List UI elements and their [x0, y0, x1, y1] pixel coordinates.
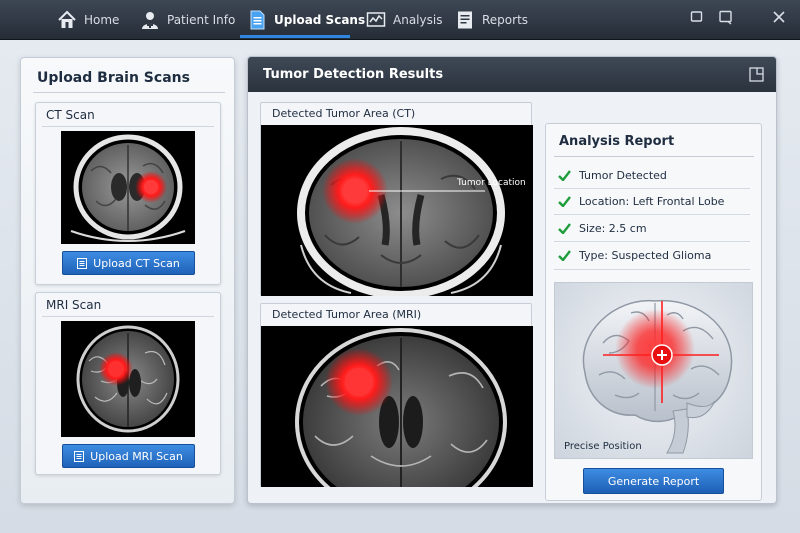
file-upload-icon: [74, 450, 85, 462]
brain-position-view[interactable]: Precise Position: [554, 282, 753, 459]
mri-scan-thumbnail[interactable]: [61, 321, 195, 437]
upload-ct-scan-button[interactable]: Upload CT Scan: [62, 251, 195, 275]
mri-result-card: Detected Tumor Area (MRI): [260, 303, 533, 487]
user-doctor-icon: [142, 12, 158, 29]
finding-text: Tumor Detected: [579, 168, 667, 182]
nav-home[interactable]: Home: [57, 0, 119, 40]
checkmark-icon: [558, 222, 571, 234]
mri-result-label: Detected Tumor Area (MRI): [272, 308, 422, 321]
ct-result-image[interactable]: Tumor Location: [261, 125, 533, 296]
upload-mri-scan-button[interactable]: Upload MRI Scan: [62, 444, 195, 468]
tumor-detection-results-panel: Tumor Detection Results Detected Tumor A…: [247, 56, 777, 504]
nav-upload-scans-label: Upload Scans: [274, 13, 366, 27]
nav-analysis[interactable]: Analysis: [366, 0, 442, 40]
tumor-location-annotation: Tumor Location: [456, 178, 526, 188]
minimize-icon[interactable]: [689, 9, 705, 25]
close-icon[interactable]: [771, 9, 787, 25]
ct-scan-card: CT Scan Upload CT Scan: [35, 102, 221, 285]
upload-panel-title: Upload Brain Scans: [37, 70, 190, 86]
results-title: Tumor Detection Results: [263, 67, 444, 82]
nav-reports-label: Reports: [482, 13, 529, 27]
nav-patient-info-label: Patient Info: [167, 13, 236, 27]
finding-location: Location: Left Frontal Lobe: [558, 188, 750, 214]
mri-result-image[interactable]: [261, 326, 533, 487]
document-icon: [250, 10, 265, 30]
expand-icon[interactable]: [749, 67, 764, 82]
home-icon: [58, 10, 76, 28]
ct-scan-label: CT Scan: [46, 108, 95, 122]
top-navigation-bar: Home Patient Info Upload Scans Analysis: [0, 0, 800, 40]
mri-scan-label: MRI Scan: [46, 298, 102, 312]
ct-result-card: Detected Tumor Area (CT) Tumor Location: [260, 102, 533, 296]
divider: [33, 92, 225, 93]
upload-ct-scan-label: Upload CT Scan: [93, 256, 180, 270]
ct-scan-thumbnail[interactable]: [61, 131, 195, 244]
upload-mri-scan-label: Upload MRI Scan: [90, 449, 183, 463]
upload-brain-scans-panel: Upload Brain Scans CT Scan Upload CT Sca…: [20, 57, 235, 504]
nav-upload-scans[interactable]: Upload Scans: [247, 0, 365, 40]
restore-icon[interactable]: [718, 9, 734, 25]
nav-analysis-label: Analysis: [393, 13, 443, 27]
checkmark-icon: [558, 169, 571, 181]
finding-text: Type: Suspected Glioma: [579, 248, 712, 262]
divider: [42, 316, 214, 317]
generate-report-button[interactable]: Generate Report: [583, 468, 724, 494]
results-header: Tumor Detection Results: [248, 57, 776, 92]
finding-text: Location: Left Frontal Lobe: [579, 194, 725, 208]
divider: [554, 156, 754, 157]
report-icon: [458, 11, 472, 29]
ct-result-label: Detected Tumor Area (CT): [272, 107, 416, 120]
chart-monitor-icon: [366, 12, 386, 27]
finding-type: Type: Suspected Glioma: [558, 242, 750, 268]
nav-home-label: Home: [84, 13, 120, 27]
divider: [554, 269, 750, 270]
checkmark-icon: [558, 249, 571, 261]
finding-size: Size: 2.5 cm: [558, 215, 750, 241]
mri-scan-card: MRI Scan Upload MRI Scan: [35, 292, 221, 475]
analysis-report-card: Analysis Report Tumor Detected Location:…: [545, 123, 762, 501]
precise-position-caption: Precise Position: [564, 441, 642, 452]
analysis-report-title: Analysis Report: [559, 134, 675, 149]
finding-tumor-detected: Tumor Detected: [558, 162, 750, 188]
nav-reports[interactable]: Reports: [455, 0, 528, 40]
checkmark-icon: [558, 195, 571, 207]
file-upload-icon: [77, 257, 88, 269]
finding-text: Size: 2.5 cm: [579, 221, 647, 235]
divider: [42, 126, 214, 127]
active-tab-indicator: [240, 35, 350, 38]
nav-patient-info[interactable]: Patient Info: [140, 0, 235, 40]
